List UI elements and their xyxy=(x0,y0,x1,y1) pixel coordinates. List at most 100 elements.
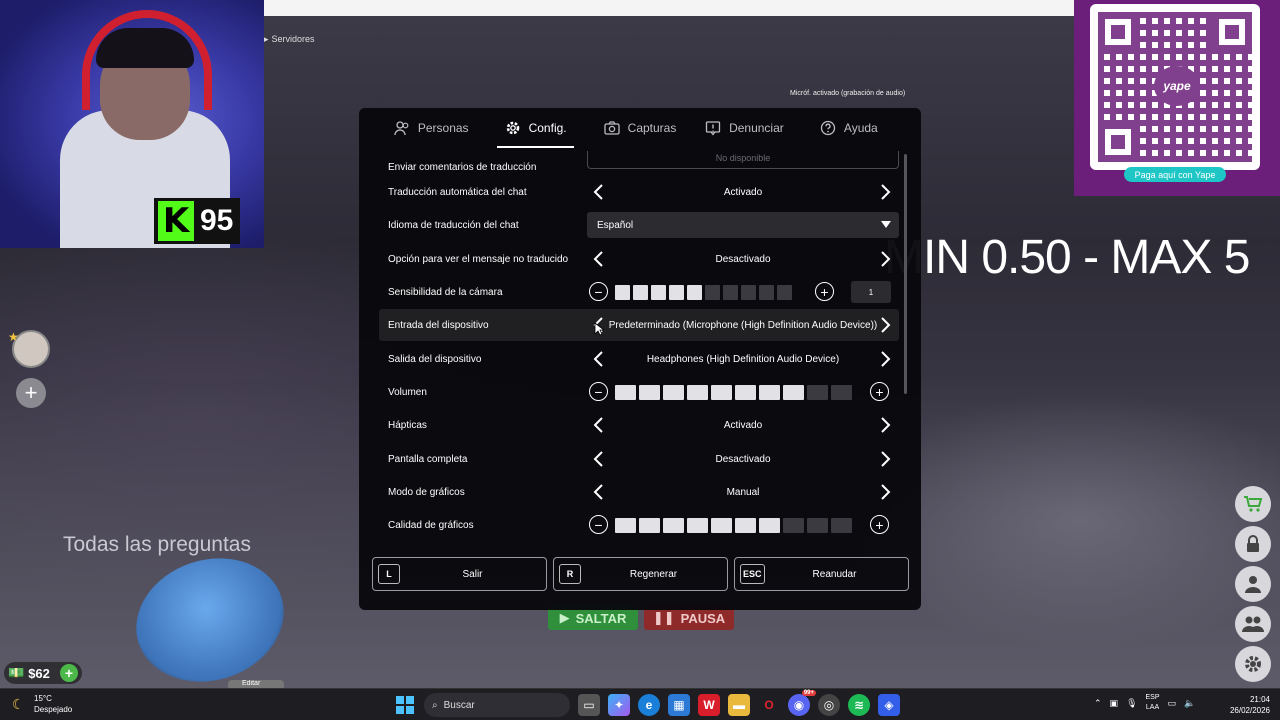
slider-segment[interactable] xyxy=(687,518,708,533)
slider-segment[interactable] xyxy=(633,285,648,300)
slider-segment[interactable] xyxy=(735,518,756,533)
friends-button[interactable] xyxy=(1235,606,1271,642)
store-icon[interactable]: ▦ xyxy=(668,694,690,716)
slider-segment[interactable] xyxy=(783,385,804,400)
microphone-icon[interactable]: 🎙 xyxy=(1126,698,1137,709)
chevron-up-icon[interactable]: ⌃ xyxy=(1094,698,1102,709)
chevron-right-icon[interactable] xyxy=(877,416,895,434)
chevron-right-icon[interactable] xyxy=(877,250,895,268)
slider-segment[interactable] xyxy=(723,285,738,300)
chevron-right-icon[interactable] xyxy=(877,183,895,201)
slider-segment[interactable] xyxy=(735,385,756,400)
camera-sensitivity-slider[interactable] xyxy=(615,285,792,300)
slider-segment[interactable] xyxy=(663,385,684,400)
slider-segment[interactable] xyxy=(831,385,852,400)
tray-app-icon[interactable]: ▣ xyxy=(1110,698,1119,709)
lock-button[interactable] xyxy=(1235,526,1271,562)
discord-icon[interactable]: ◉ 99+ xyxy=(788,690,816,716)
slider-segment[interactable] xyxy=(615,518,636,533)
steam-icon[interactable]: ◎ xyxy=(818,694,840,716)
slider-segment[interactable] xyxy=(783,518,804,533)
slider-segment[interactable] xyxy=(807,518,828,533)
slider-segment[interactable] xyxy=(705,285,720,300)
language-dropdown[interactable]: Español xyxy=(587,212,899,238)
setting-row-input-device: Entrada del dispositivo Predeterminado (… xyxy=(379,309,899,341)
edge-browser-icon[interactable]: e xyxy=(638,694,660,716)
slider-segment[interactable] xyxy=(615,285,630,300)
setting-value: Desactivado xyxy=(715,453,771,465)
buy-money-button[interactable]: + xyxy=(60,664,78,682)
chevron-left-icon[interactable] xyxy=(589,183,607,201)
slider-segment[interactable] xyxy=(711,518,732,533)
shop-cart-button[interactable] xyxy=(1235,486,1271,522)
slider-segment[interactable] xyxy=(759,285,774,300)
slider-segment[interactable] xyxy=(687,385,708,400)
network-icon[interactable]: ▭ xyxy=(1168,698,1177,709)
camera-sensitivity-input[interactable]: 1 xyxy=(851,281,891,303)
slider-segment[interactable] xyxy=(831,518,852,533)
slider-segment[interactable] xyxy=(669,285,684,300)
slider-segment[interactable] xyxy=(759,385,780,400)
minus-icon[interactable]: − xyxy=(589,382,608,401)
file-explorer-icon[interactable]: ▬ xyxy=(728,694,750,716)
spotify-icon[interactable]: ≋ xyxy=(848,694,870,716)
graphics-quality-slider[interactable] xyxy=(615,518,852,533)
opera-gx-icon[interactable]: O xyxy=(758,694,780,716)
plus-icon[interactable]: + xyxy=(815,282,834,301)
tab-people[interactable]: Personas xyxy=(379,108,483,148)
windows-start-icon[interactable] xyxy=(394,694,416,716)
plus-icon[interactable]: + xyxy=(870,515,889,534)
caret-down-icon xyxy=(881,221,891,228)
servers-button[interactable]: ▸ Servidores xyxy=(264,30,324,48)
slider-segment[interactable] xyxy=(711,385,732,400)
chevron-right-icon[interactable] xyxy=(877,350,895,368)
setting-value: Headphones (High Definition Audio Device… xyxy=(646,353,840,365)
language-indicator[interactable]: ESP LAA xyxy=(1146,693,1160,713)
chevron-right-icon[interactable] xyxy=(877,450,895,468)
profile-button[interactable] xyxy=(1235,566,1271,602)
chevron-left-icon[interactable] xyxy=(589,416,607,434)
task-view-icon[interactable]: ▭ xyxy=(578,694,600,716)
slider-segment[interactable] xyxy=(651,285,666,300)
settings-hud-button[interactable] xyxy=(1235,646,1271,682)
slider-segment[interactable] xyxy=(777,285,792,300)
edit-button[interactable]: Editar xyxy=(228,680,284,688)
resume-game-button[interactable]: ESC Reanudar xyxy=(734,557,909,591)
chevron-left-icon[interactable] xyxy=(589,350,607,368)
roblox-studio-icon[interactable]: ◈ xyxy=(878,694,900,716)
leave-game-button[interactable]: L Salir xyxy=(372,557,547,591)
chevron-right-icon[interactable] xyxy=(877,316,895,334)
volume-slider[interactable] xyxy=(615,385,852,400)
chevron-left-icon[interactable] xyxy=(589,483,607,501)
slider-segment[interactable] xyxy=(687,285,702,300)
language-code: ESP xyxy=(1145,694,1160,701)
slider-segment[interactable] xyxy=(759,518,780,533)
chevron-left-icon[interactable] xyxy=(589,450,607,468)
setting-label: Volumen xyxy=(388,386,427,398)
slider-segment[interactable] xyxy=(639,518,660,533)
tab-captures[interactable]: Capturas xyxy=(588,108,692,148)
slider-segment[interactable] xyxy=(615,385,636,400)
slider-segment[interactable] xyxy=(741,285,756,300)
minus-icon[interactable]: − xyxy=(589,515,608,534)
tab-people-label: Personas xyxy=(417,121,469,135)
slider-segment[interactable] xyxy=(639,385,660,400)
copilot-icon[interactable]: ✦ xyxy=(608,694,630,716)
tab-help[interactable]: Ayuda xyxy=(797,108,901,148)
taskbar-search[interactable]: ⌕ Buscar xyxy=(424,693,570,717)
weather-widget[interactable]: ☾ 15°C Despejado xyxy=(12,693,72,715)
reset-character-button[interactable]: R Regenerar xyxy=(553,557,728,591)
minus-icon[interactable]: − xyxy=(589,282,608,301)
wps-office-icon[interactable]: W xyxy=(698,694,720,716)
settings-scrollbar[interactable] xyxy=(904,154,907,394)
taskbar-clock[interactable]: 21:04 26/02/2026 xyxy=(1222,694,1270,716)
chevron-left-icon[interactable] xyxy=(589,250,607,268)
add-friend-button[interactable]: + xyxy=(16,378,46,408)
speaker-icon[interactable]: 🔈 xyxy=(1184,698,1195,709)
tab-settings[interactable]: Config. xyxy=(483,108,587,148)
tab-report[interactable]: Denunciar xyxy=(692,108,796,148)
slider-segment[interactable] xyxy=(807,385,828,400)
slider-segment[interactable] xyxy=(663,518,684,533)
plus-icon[interactable]: + xyxy=(870,382,889,401)
chevron-right-icon[interactable] xyxy=(877,483,895,501)
